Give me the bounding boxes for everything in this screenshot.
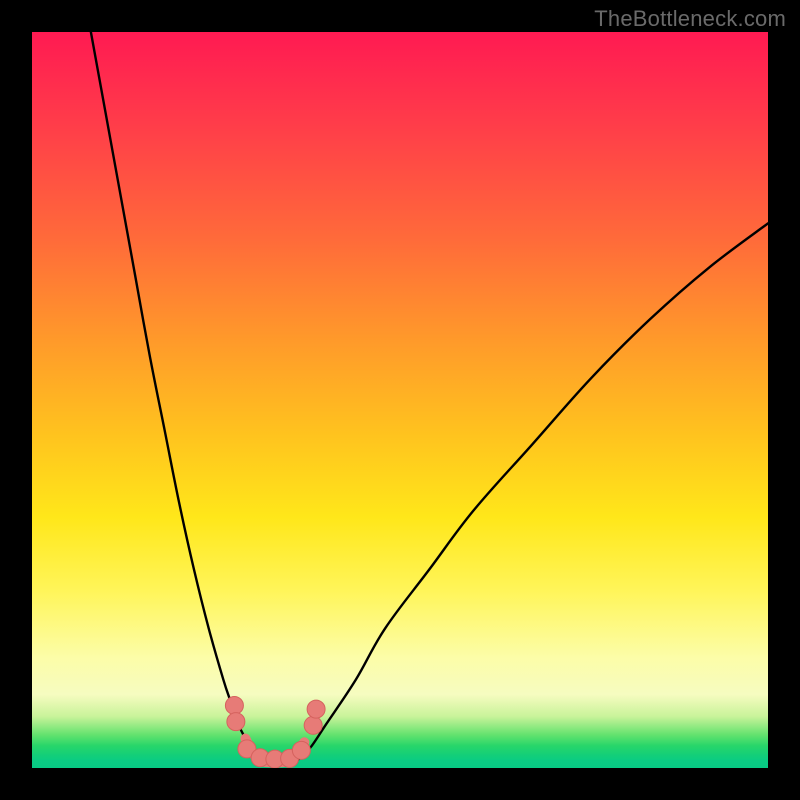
watermark-text: TheBottleneck.com — [594, 6, 786, 32]
curve-left-branch — [91, 32, 260, 761]
curve-right-branch — [297, 223, 768, 760]
data-marker — [292, 741, 310, 759]
outer-frame: TheBottleneck.com — [0, 0, 800, 800]
plot-area — [32, 32, 768, 768]
data-marker — [307, 700, 325, 718]
chart-svg — [32, 32, 768, 768]
data-marker — [225, 696, 243, 714]
data-marker — [227, 713, 245, 731]
data-marker — [304, 716, 322, 734]
